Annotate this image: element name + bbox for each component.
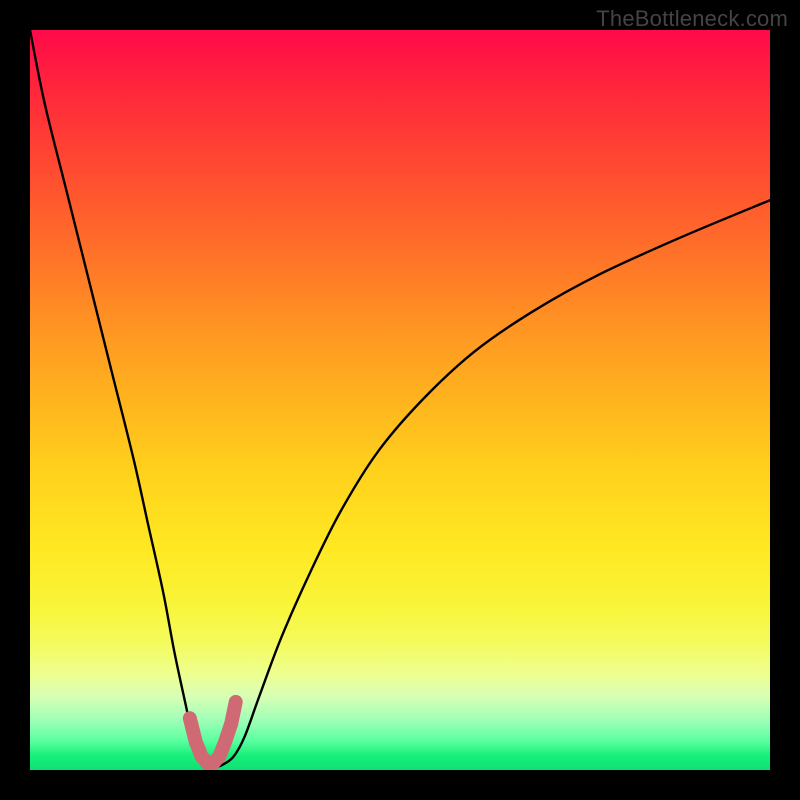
curve-layer [30,30,770,770]
watermark-text: TheBottleneck.com [596,6,788,32]
plot-area [30,30,770,770]
minimum-marker-overlay [190,702,236,763]
chart-frame: TheBottleneck.com [0,0,800,800]
minimum-marker-path [190,702,236,763]
bottleneck-curve [30,30,770,767]
